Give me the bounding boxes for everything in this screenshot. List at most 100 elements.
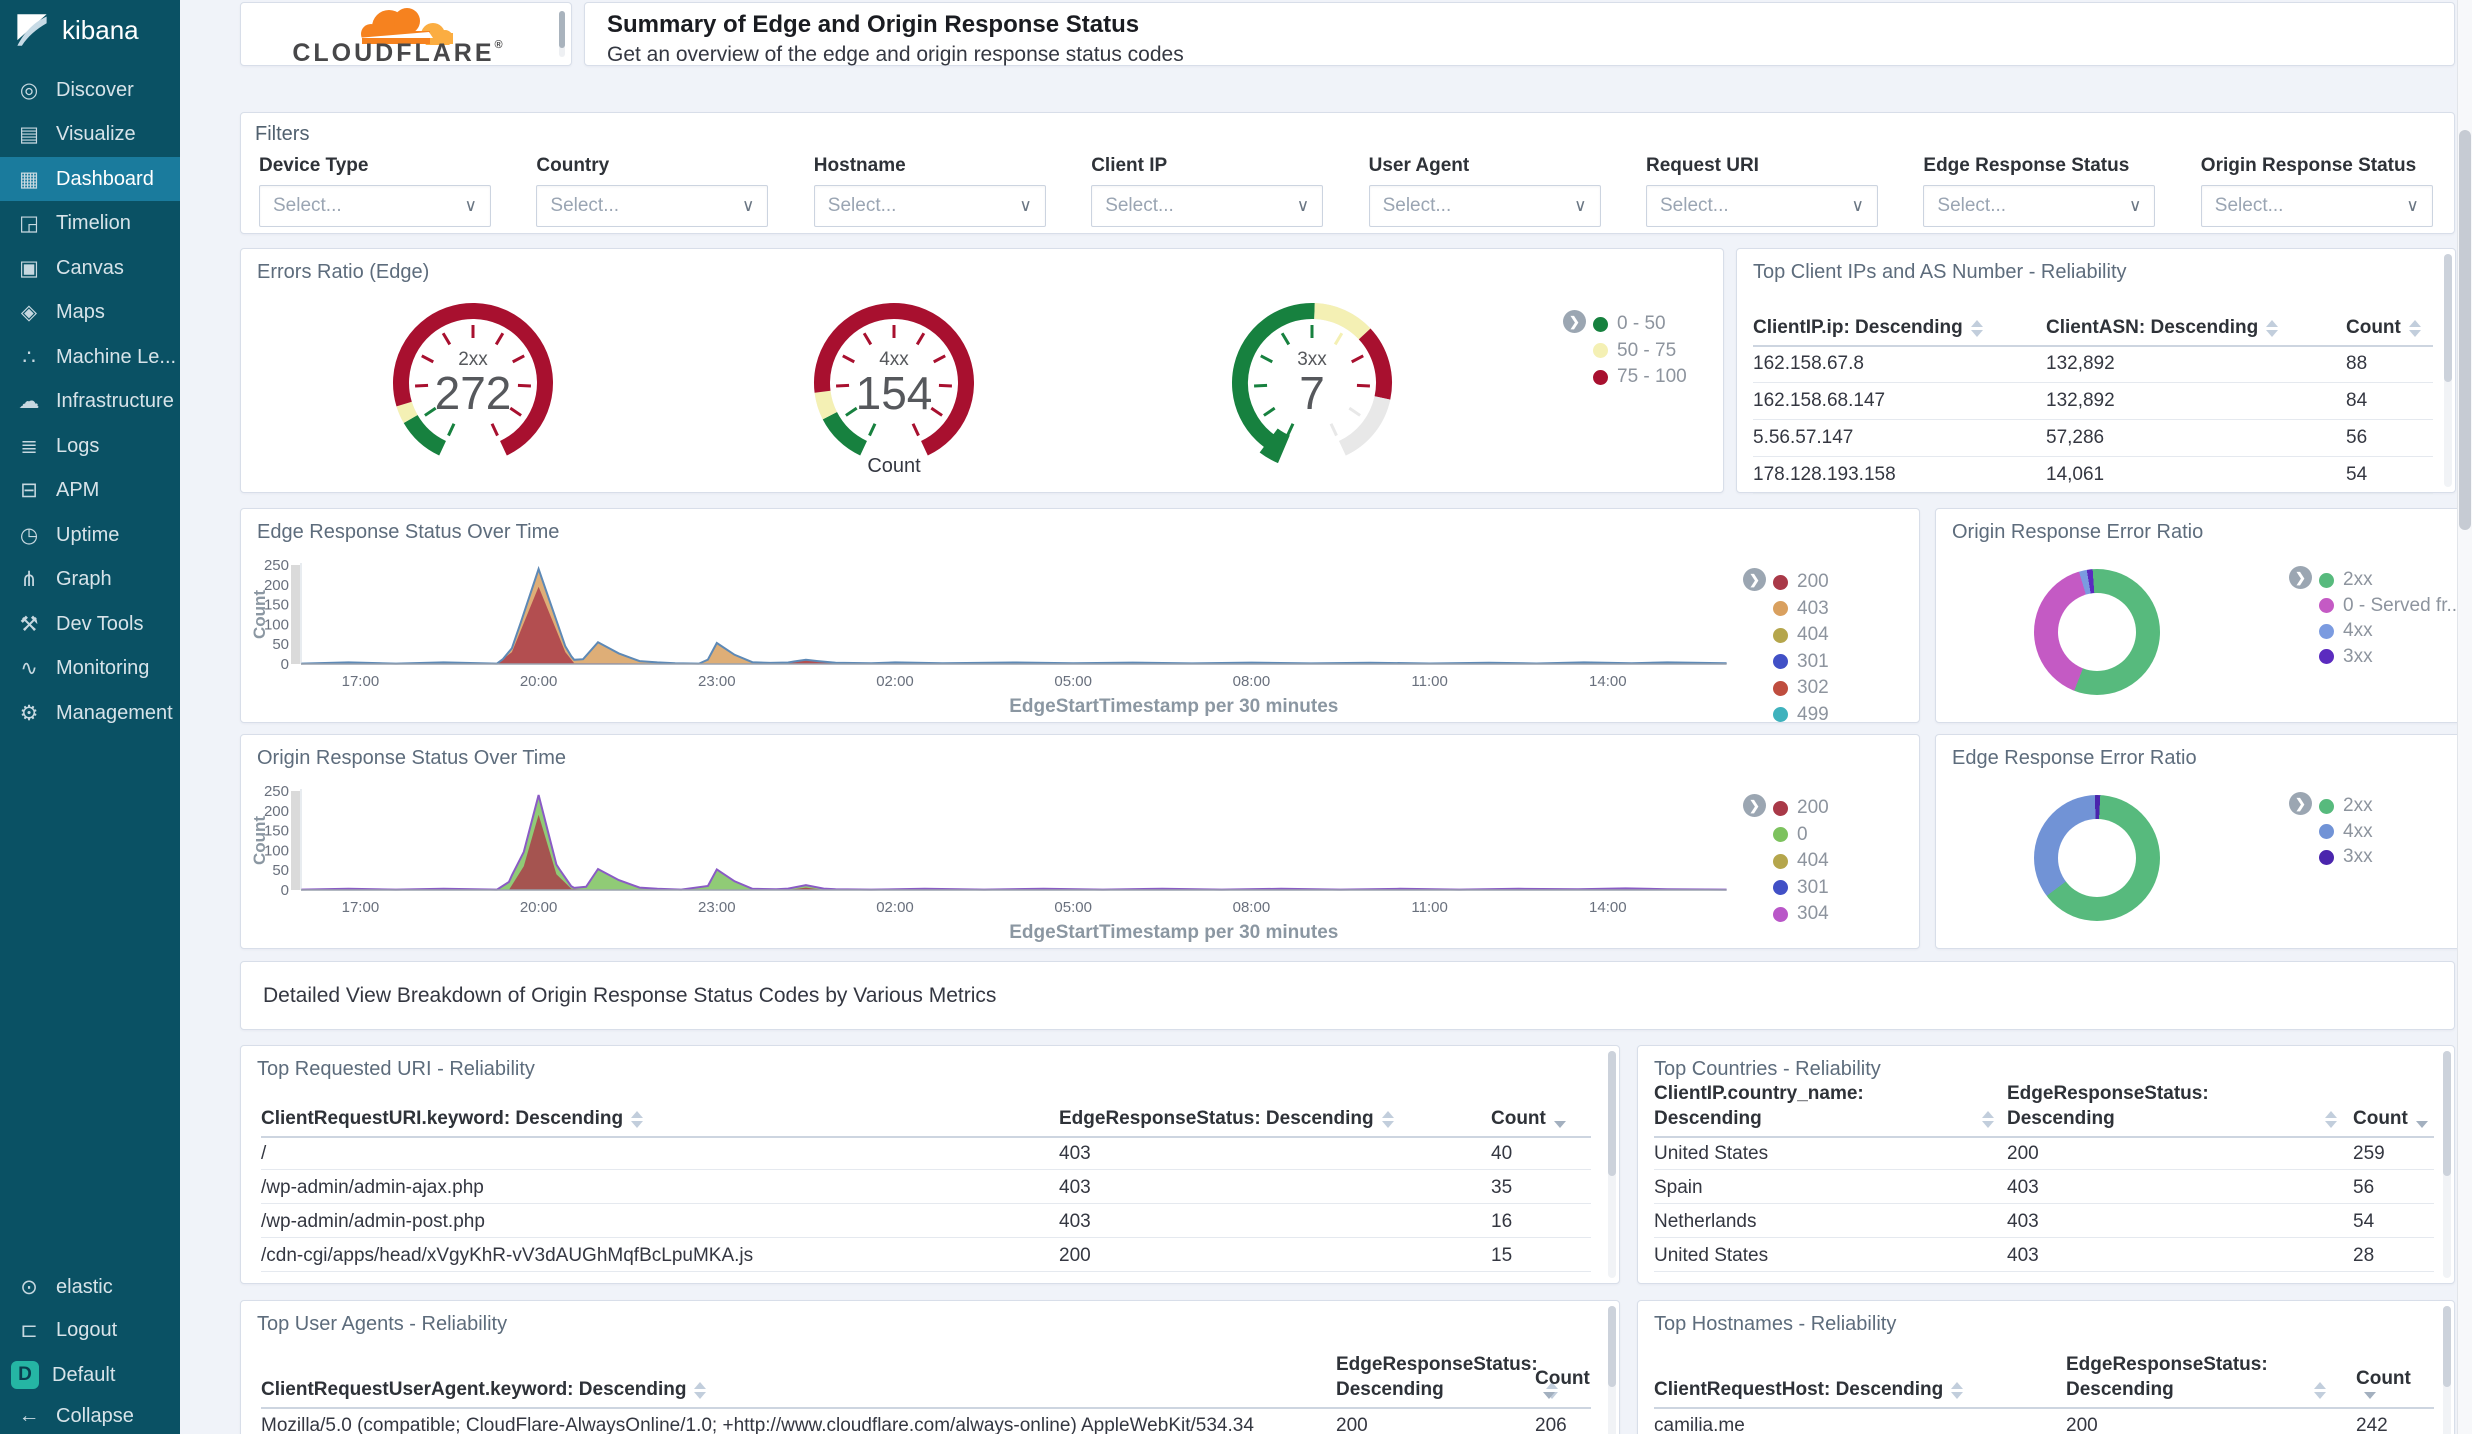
panel-scrollbar[interactable] bbox=[1608, 1306, 1616, 1434]
legend-item-3xx[interactable]: 3xx bbox=[2319, 646, 2373, 668]
column-header-clientrequesthost-descending[interactable]: ClientRequestHost: Descending bbox=[1654, 1337, 2044, 1403]
legend-expand-icon[interactable]: ❯ bbox=[2289, 792, 2312, 815]
filter-select-client-ip[interactable]: Select... ∨ bbox=[1091, 185, 1324, 227]
column-header-clientip-country-name-descending[interactable]: ClientIP.country_name: Descending bbox=[1654, 1083, 1994, 1132]
column-header-edgeresponsestatus-descending[interactable]: EdgeResponseStatus: Descending bbox=[1059, 1094, 1459, 1132]
column-header-count[interactable]: Count bbox=[2356, 1337, 2436, 1403]
panel-scrollbar[interactable] bbox=[2443, 1306, 2451, 1434]
legend-expand-icon[interactable]: ❯ bbox=[1743, 794, 1766, 817]
sidebar-item-uptime[interactable]: ◷ Uptime bbox=[0, 513, 180, 557]
sort-icon[interactable] bbox=[1951, 1382, 1964, 1399]
kibana-logo[interactable]: kibana bbox=[14, 12, 139, 48]
logo-panel-scrollbar[interactable] bbox=[559, 11, 565, 57]
sidebar-item-logs[interactable]: ≣ Logs bbox=[0, 424, 180, 468]
sort-icon[interactable] bbox=[1982, 1111, 1994, 1128]
sidebar-item-logout[interactable]: ⊏ Logout bbox=[0, 1308, 180, 1352]
sidebar-item-label: Collapse bbox=[56, 1404, 134, 1427]
sidebar-item-apm[interactable]: ⊟ APM bbox=[0, 469, 180, 513]
column-header-edgeresponsestatus-descending[interactable]: EdgeResponseStatus: Descending bbox=[1336, 1337, 1558, 1403]
legend-expand-icon[interactable]: ❯ bbox=[2289, 566, 2312, 589]
legend-item-302[interactable]: 302 bbox=[1773, 677, 1829, 699]
table-cell: 200 bbox=[1059, 1245, 1091, 1266]
column-header-count[interactable]: Count bbox=[1535, 1337, 1605, 1403]
sidebar-item-graph[interactable]: ⋔ Graph bbox=[0, 558, 180, 602]
legend-item-2xx[interactable]: 2xx bbox=[2319, 795, 2373, 817]
legend-item-3xx[interactable]: 3xx bbox=[2319, 846, 2373, 868]
legend-item-4xx[interactable]: 4xx bbox=[2319, 620, 2373, 642]
sort-icon[interactable] bbox=[631, 1111, 644, 1128]
legend-item-2xx[interactable]: 2xx bbox=[2319, 569, 2373, 591]
column-header-clientip-ip-descending[interactable]: ClientIP.ip: Descending bbox=[1753, 301, 2038, 341]
column-header-edgeresponsestatus-descending[interactable]: EdgeResponseStatus: Descending bbox=[2007, 1083, 2337, 1132]
legend-item-301[interactable]: 301 bbox=[1773, 651, 1829, 673]
sidebar-item-machine-le[interactable]: ∴ Machine Le... bbox=[0, 335, 180, 379]
sort-icon[interactable] bbox=[2364, 1392, 2376, 1399]
column-header-count[interactable]: Count bbox=[2346, 301, 2441, 341]
table-cell: 28 bbox=[2353, 1245, 2375, 1266]
legend-item-0-50[interactable]: 0 - 50 bbox=[1593, 313, 1666, 335]
legend-item-50-75[interactable]: 50 - 75 bbox=[1593, 340, 1676, 362]
filter-select-edge-response-status[interactable]: Select... ∨ bbox=[1923, 185, 2156, 227]
sidebar-item-timelion[interactable]: ◲ Timelion bbox=[0, 202, 180, 246]
filter-select-hostname[interactable]: Select... ∨ bbox=[813, 185, 1046, 227]
panel-scrollbar[interactable] bbox=[1608, 1051, 1616, 1278]
sidebar-item-canvas[interactable]: ▣ Canvas bbox=[0, 246, 180, 290]
sidebar-item-dashboard[interactable]: ▦ Dashboard bbox=[0, 157, 180, 201]
legend-expand-icon[interactable]: ❯ bbox=[1743, 568, 1766, 591]
sidebar-item-monitoring[interactable]: ∿ Monitoring bbox=[0, 647, 180, 691]
filter-select-origin-response-status[interactable]: Select... ∨ bbox=[2200, 185, 2433, 227]
filter-select-device-type[interactable]: Select... ∨ bbox=[259, 185, 491, 227]
column-header-count[interactable]: Count bbox=[1491, 1094, 1591, 1132]
sidebar-item-dev-tools[interactable]: ⚒ Dev Tools bbox=[0, 602, 180, 646]
sidebar-item-maps[interactable]: ◈ Maps bbox=[0, 291, 180, 335]
panel-scrollbar[interactable] bbox=[2443, 1051, 2451, 1278]
legend-expand-icon[interactable]: ❯ bbox=[1563, 310, 1586, 333]
sidebar-item-infrastructure[interactable]: ☁ Infrastructure bbox=[0, 380, 180, 424]
table-cell: 403 bbox=[1059, 1177, 1091, 1198]
legend-item-403[interactable]: 403 bbox=[1773, 598, 1829, 620]
sort-icon[interactable] bbox=[2314, 1382, 2326, 1399]
legend-item-0[interactable]: 0 bbox=[1773, 824, 1808, 846]
legend-item-4xx[interactable]: 4xx bbox=[2319, 821, 2373, 843]
column-header-count[interactable]: Count bbox=[2353, 1094, 2438, 1132]
sort-icon[interactable] bbox=[694, 1382, 707, 1399]
sidebar-item-visualize[interactable]: ▤ Visualize bbox=[0, 113, 180, 157]
sidebar-item-discover[interactable]: ◎ Discover bbox=[0, 68, 180, 112]
legend-item-301[interactable]: 301 bbox=[1773, 877, 1829, 899]
page-scrollbar[interactable] bbox=[2457, 0, 2472, 1434]
page-scrollbar-thumb[interactable] bbox=[2459, 130, 2471, 530]
column-header-clientrequesturi-keyword-descending[interactable]: ClientRequestURI.keyword: Descending bbox=[261, 1094, 1041, 1132]
sort-icon[interactable] bbox=[1381, 1111, 1394, 1128]
legend-item-304[interactable]: 304 bbox=[1773, 903, 1829, 925]
sidebar-item-collapse[interactable]: ← Collapse bbox=[0, 1394, 180, 1434]
sidebar-item-default[interactable]: D Default bbox=[0, 1353, 180, 1397]
column-header-clientrequestuseragent-keyword-descending[interactable]: ClientRequestUserAgent.keyword: Descendi… bbox=[261, 1337, 1311, 1403]
sort-icon[interactable] bbox=[1970, 320, 1983, 337]
sort-icon[interactable] bbox=[2408, 320, 2421, 337]
legend-item-404[interactable]: 404 bbox=[1773, 850, 1829, 872]
sort-icon[interactable] bbox=[2266, 320, 2279, 337]
legend-item-200[interactable]: 200 bbox=[1773, 797, 1829, 819]
filter-select-request-uri[interactable]: Select... ∨ bbox=[1646, 185, 1878, 227]
infrastructure-icon: ☁ bbox=[18, 390, 40, 413]
filter-select-country[interactable]: Select... ∨ bbox=[536, 185, 769, 227]
sort-icon[interactable] bbox=[2415, 1121, 2428, 1128]
table-cell: 16 bbox=[1491, 1211, 1513, 1232]
sidebar-item-management[interactable]: ⚙ Management bbox=[0, 691, 180, 735]
legend-item-0-served-fr[interactable]: 0 - Served fr... bbox=[2319, 595, 2462, 617]
filter-select-user-agent[interactable]: Select... ∨ bbox=[1368, 185, 1601, 227]
column-header-clientasn-descending[interactable]: ClientASN: Descending bbox=[2046, 301, 2321, 341]
sort-icon[interactable] bbox=[1543, 1392, 1555, 1399]
legend-item-200[interactable]: 200 bbox=[1773, 571, 1829, 593]
graph-icon: ⋔ bbox=[20, 568, 38, 591]
sidebar-item-label: Canvas bbox=[56, 256, 124, 279]
legend-item-404[interactable]: 404 bbox=[1773, 624, 1829, 646]
sidebar-item-elastic[interactable]: ⊙ elastic bbox=[0, 1265, 180, 1309]
panel-scrollbar[interactable] bbox=[2444, 254, 2452, 487]
sort-icon[interactable] bbox=[2325, 1111, 2337, 1128]
sort-icon[interactable] bbox=[1553, 1121, 1566, 1128]
legend-item-499[interactable]: 499 bbox=[1773, 704, 1829, 726]
legend-item-75-100[interactable]: 75 - 100 bbox=[1593, 366, 1687, 388]
column-header-edgeresponsestatus-descending[interactable]: EdgeResponseStatus: Descending bbox=[2066, 1337, 2326, 1403]
sidebar-item-label: Dashboard bbox=[56, 167, 154, 190]
